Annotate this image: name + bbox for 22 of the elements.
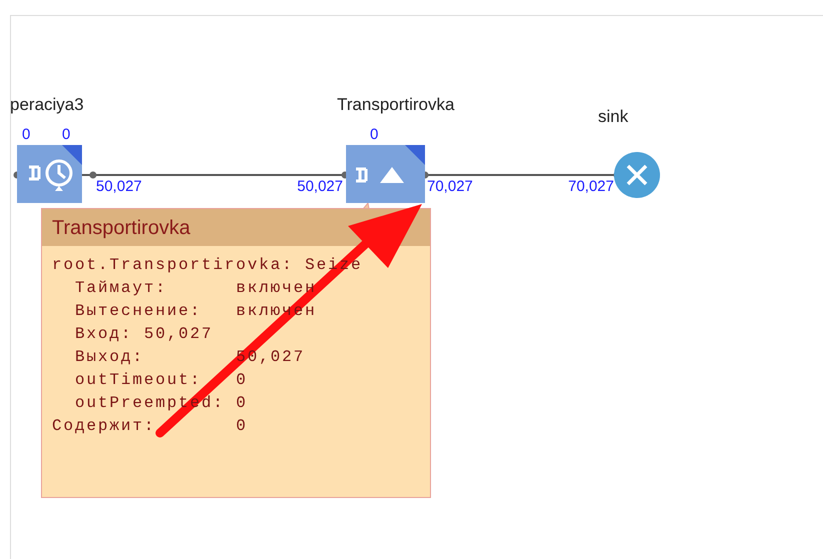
seize-block[interactable]: [346, 145, 425, 203]
tooltip-line: outTimeout: 0: [74, 370, 249, 391]
count-label: 0: [22, 127, 30, 142]
tooltip-title: Transportirovka: [52, 216, 190, 240]
tooltip-line: Вход: 50,027: [74, 324, 214, 345]
tooltip-line: Таймаут: включен: [74, 278, 318, 299]
port-dot: [90, 172, 96, 178]
tooltip-line: Содержит: 0: [52, 416, 249, 437]
port-value: 50,027: [96, 179, 142, 194]
sink-block[interactable]: [614, 152, 660, 198]
corner-icon: [405, 145, 425, 165]
port-value: 50,027: [297, 179, 343, 194]
close-icon: [625, 163, 649, 187]
corner-icon: [62, 145, 82, 165]
block-label: peraciya3: [10, 96, 84, 113]
port-value: 70,027: [427, 179, 473, 194]
count-label: 0: [62, 127, 70, 142]
count-label: 0: [370, 127, 378, 142]
block-label: sink: [598, 108, 628, 125]
block-label: Transportirovka: [337, 96, 454, 113]
port-value: 70,027: [568, 179, 614, 194]
delay-block[interactable]: [17, 145, 82, 203]
